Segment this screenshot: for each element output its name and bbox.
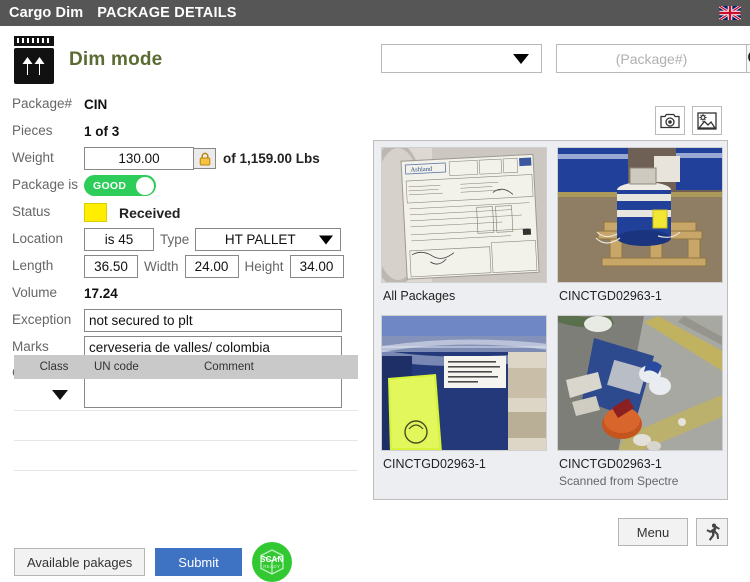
gallery-row: CINCTGD02963-1 CINCTGD02963-1 Scanned fr… xyxy=(381,315,723,488)
scan-ready-button[interactable]: SCAN READY xyxy=(251,542,292,582)
row-pieces: Pieces 1 of 3 xyxy=(0,119,368,144)
height-input[interactable] xyxy=(289,255,344,278)
gallery-item[interactable]: CINCTGD02963-1 xyxy=(557,147,723,303)
package-number-value: CIN xyxy=(84,97,108,112)
package-image-gallery: Ashland All Packages CINCTGD02963-1 CINC… xyxy=(373,140,728,500)
row-exception: Exception xyxy=(0,308,368,333)
chevron-down-icon xyxy=(513,53,529,64)
column-header-comment: Comment xyxy=(204,361,254,373)
filter-select[interactable] xyxy=(381,44,542,73)
dim-mode-icon xyxy=(12,36,56,84)
row-location-type: Location Type xyxy=(0,227,368,252)
submit-button[interactable]: Submit xyxy=(155,548,242,576)
svg-text:Ashland: Ashland xyxy=(410,166,433,174)
package-type-select[interactable] xyxy=(195,228,342,251)
gallery-button[interactable] xyxy=(692,106,722,135)
camera-icon xyxy=(660,113,680,129)
pieces-label: Pieces xyxy=(12,123,53,139)
run-mode-button[interactable] xyxy=(696,518,728,546)
width-input[interactable] xyxy=(184,255,239,278)
pieces-value: 1 of 3 xyxy=(84,124,120,139)
status-label: Status xyxy=(12,204,51,220)
uk-flag-icon[interactable] xyxy=(719,6,741,20)
row-expand-chevron-down-icon[interactable] xyxy=(52,389,68,400)
thumbnail-all-packages[interactable]: Ashland xyxy=(381,147,547,283)
weight-input[interactable] xyxy=(84,147,194,170)
height-label: Height xyxy=(244,259,284,274)
dangerous-goods-table: Class UN code Comment xyxy=(14,355,358,471)
weight-total-label: of 1,159.00 Lbs xyxy=(223,151,320,166)
right-actions: Menu xyxy=(618,518,728,546)
gallery-caption: CINCTGD02963-1 xyxy=(383,457,486,471)
gallery-row: Ashland All Packages CINCTGD02963-1 xyxy=(381,147,723,303)
gallery-caption: CINCTGD02963-1 xyxy=(559,457,662,471)
toggle-knob xyxy=(136,176,154,195)
gallery-caption: CINCTGD02963-1 xyxy=(559,289,662,303)
search-input[interactable] xyxy=(556,44,747,73)
table-row[interactable] xyxy=(14,411,358,441)
dim-mode-title: Dim mode xyxy=(69,49,163,70)
row-package-number: Package# CIN xyxy=(0,92,368,117)
package-number-label: Package# xyxy=(12,96,73,112)
table-row[interactable] xyxy=(14,441,358,471)
weight-label: Weight xyxy=(12,150,54,166)
package-type-value[interactable] xyxy=(195,228,342,251)
menu-button[interactable]: Menu xyxy=(618,518,688,546)
package-details-form-panel: Dim mode Package# CIN Pieces 1 of 3 Weig… xyxy=(0,26,368,582)
column-header-class: Class xyxy=(39,361,69,373)
location-input[interactable] xyxy=(84,228,154,251)
thumbnail-drum-on-pallet[interactable] xyxy=(557,147,723,283)
thumbnail-warehouse-overhead[interactable] xyxy=(557,315,723,451)
form-actions: Available pakages Submit SCAN READY xyxy=(14,542,292,582)
lock-closed-icon[interactable] xyxy=(194,148,216,169)
dim-mode-header: Dim mode xyxy=(12,36,162,84)
type-label: Type xyxy=(160,232,190,247)
volume-value: 17.24 xyxy=(84,286,118,301)
package-search xyxy=(556,44,750,73)
gallery-caption: All Packages xyxy=(383,289,456,303)
exception-label: Exception xyxy=(12,312,72,328)
title-bar: Cargo Dim PACKAGE DETAILS xyxy=(0,0,750,26)
volume-label: Volume xyxy=(12,285,58,301)
location-label: Location xyxy=(12,231,64,247)
table-row[interactable] xyxy=(14,379,358,411)
available-packages-button[interactable]: Available pakages xyxy=(14,548,146,576)
scan-sub-label: READY xyxy=(263,564,281,569)
column-header-un-code: UN code xyxy=(94,361,139,373)
row-package-condition: Package is GOOD xyxy=(0,173,368,198)
length-input[interactable] xyxy=(84,255,138,278)
gallery-item[interactable]: CINCTGD02963-1 xyxy=(381,315,547,488)
camera-button[interactable] xyxy=(655,106,685,135)
scan-label: SCAN xyxy=(260,555,284,564)
exception-input[interactable] xyxy=(84,309,342,332)
row-dimensions: Length Width Height xyxy=(0,254,368,279)
status-color-chip xyxy=(84,203,107,222)
package-is-label: Package is xyxy=(12,177,79,193)
row-status: Status Received xyxy=(0,200,368,225)
media-action-buttons xyxy=(655,106,722,135)
gallery-item[interactable]: Ashland All Packages xyxy=(381,147,547,303)
thumbnail-labeled-drum[interactable] xyxy=(381,315,547,451)
page-title: PACKAGE DETAILS xyxy=(97,5,237,21)
row-volume: Volume 17.24 xyxy=(0,281,368,306)
package-condition-toggle[interactable]: GOOD xyxy=(84,175,156,196)
app-name: Cargo Dim xyxy=(9,5,84,21)
gallery-item[interactable]: CINCTGD02963-1 Scanned from Spectre xyxy=(557,315,723,488)
marks-label: Marks xyxy=(12,339,49,355)
length-label: Length xyxy=(12,258,54,274)
row-weight: Weight of 1,159.00 Lbs xyxy=(0,146,368,171)
running-person-icon xyxy=(706,523,720,541)
table-header-row: Class UN code Comment xyxy=(14,355,358,379)
image-icon xyxy=(697,111,717,130)
gallery-subcaption: Scanned from Spectre xyxy=(559,474,679,488)
package-condition-value: GOOD xyxy=(93,179,127,192)
width-label: Width xyxy=(144,259,179,274)
status-value: Received xyxy=(119,204,181,221)
